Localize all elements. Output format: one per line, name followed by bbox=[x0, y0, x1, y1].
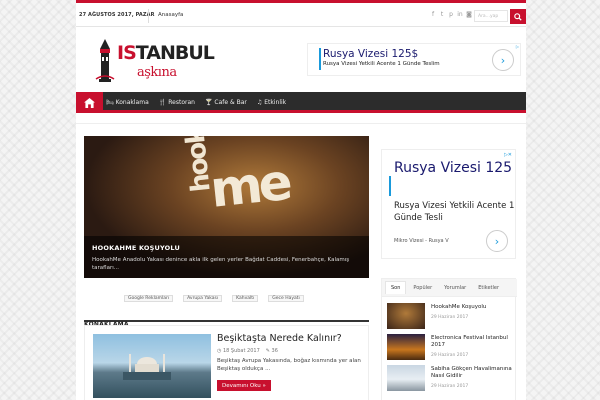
mosque-image bbox=[123, 354, 171, 380]
sidebar-ad-description: Rusya Vizesi Yetkili Acente 1 Günde Tesl… bbox=[394, 201, 515, 223]
ad-title[interactable]: Rusya Vizesi 125$ bbox=[323, 48, 418, 60]
tab-populer[interactable]: Popüler bbox=[408, 282, 437, 294]
site-logo[interactable]: ISTANBUL aşkına bbox=[94, 39, 215, 84]
divider bbox=[76, 123, 526, 124]
post-title[interactable]: Beşiktaşta Nerede Kalınır? bbox=[217, 333, 342, 344]
bed-icon: 🛏 bbox=[106, 99, 114, 106]
recent-posts-list: HookahMe Koşuyolu 29 Haziran 2017 Electr… bbox=[387, 303, 515, 396]
section-heading: KONAKLAMA bbox=[84, 311, 369, 328]
home-link[interactable]: Anasayfa bbox=[158, 12, 183, 18]
divider bbox=[148, 9, 149, 23]
galata-tower-icon bbox=[95, 39, 115, 82]
list-item-title[interactable]: Electronica Festival Istanbul 2017 bbox=[431, 335, 515, 349]
cocktail-icon: 🍸 bbox=[204, 99, 213, 106]
post-excerpt: Beşiktaş Avrupa Yakasında, boğaz kısmınd… bbox=[217, 358, 361, 372]
cutlery-icon: 🍴 bbox=[158, 99, 167, 106]
pinterest-icon[interactable]: p bbox=[448, 11, 454, 18]
search-input[interactable]: Ara...yap bbox=[474, 10, 508, 22]
top-bar: 27 AĞUSTOS 2017, PAZAR Anasayfa f t p in… bbox=[76, 6, 526, 27]
home-icon bbox=[84, 97, 95, 108]
list-item[interactable]: Electronica Festival Istanbul 2017 29 Ha… bbox=[387, 334, 515, 365]
featured-slider[interactable]: hookah me HOOKAHME KOŞUYOLU HookahMe Ana… bbox=[84, 136, 369, 278]
post-thumbnail[interactable] bbox=[93, 334, 211, 398]
slider-title[interactable]: HOOKAHME KOŞUYOLU bbox=[92, 244, 361, 252]
sidebar-ad[interactable]: ▷✕ Rusya Vizesi 125 Rusya Vizesi Yetkili… bbox=[381, 149, 516, 259]
tab-bar: Son Popüler Yorumlar Etiketler bbox=[382, 279, 517, 297]
sidebar-ad-title[interactable]: Rusya Vizesi 125 bbox=[394, 158, 512, 178]
ad-link[interactable]: Kahvaltı bbox=[232, 294, 259, 302]
nav-item-restoran[interactable]: 🍴 Restoran bbox=[159, 99, 195, 106]
list-item-date: 29 Haziran 2017 bbox=[431, 353, 469, 358]
tab-etiketler[interactable]: Etiketler bbox=[473, 282, 504, 294]
header-ad[interactable]: Rusya Vizesi 125$ Rusya Vizesi Yetkili A… bbox=[307, 43, 521, 76]
nav-item-cafe-bar[interactable]: 🍸 Cafe & Bar bbox=[205, 99, 247, 106]
twitter-icon[interactable]: t bbox=[439, 11, 445, 18]
home-button[interactable] bbox=[76, 92, 103, 113]
logo-title: ISTANBUL bbox=[117, 42, 215, 64]
ad-links-strip: Google Reklamları Avrupa Yakası Kahvaltı… bbox=[124, 294, 324, 302]
tab-son[interactable]: Son bbox=[385, 281, 407, 294]
instagram-icon[interactable]: ◙ bbox=[466, 11, 472, 18]
ad-link[interactable]: Gece Hayatı bbox=[268, 294, 304, 302]
posts-tabs-widget: Son Popüler Yorumlar Etiketler HookahMe … bbox=[381, 278, 517, 400]
current-date: 27 AĞUSTOS 2017, PAZAR bbox=[79, 12, 155, 18]
nav-item-etkinlik[interactable]: ♫ Etkinlik bbox=[257, 99, 286, 106]
list-item-title[interactable]: Sabiha Gökçen Havalimanına Nasıl Gidilir bbox=[431, 366, 515, 380]
post-comments[interactable]: ✎ 36 bbox=[266, 348, 278, 354]
slider-caption: HOOKAHME KOŞUYOLU HookahMe Anadolu Yakas… bbox=[84, 236, 369, 278]
ad-arrow-button[interactable]: › bbox=[492, 49, 514, 71]
social-icons: f t p in ◙ bbox=[430, 11, 472, 18]
slider-description: HookahMe Anadolu Yakası denince akla ilk… bbox=[92, 257, 350, 271]
tab-yorumlar[interactable]: Yorumlar bbox=[439, 282, 471, 294]
sidebar-ad-arrow-button[interactable]: › bbox=[486, 230, 508, 252]
ad-choices-icon[interactable]: ▷ bbox=[516, 44, 519, 49]
post-card: Beşiktaşta Nerede Kalınır? ◷ 18 Şubat 20… bbox=[84, 325, 369, 400]
facebook-icon[interactable]: f bbox=[430, 11, 436, 18]
logo-subtitle: aşkına bbox=[137, 65, 177, 80]
ad-description: Rusya Vizesi Yetkili Acente 1 Günde Tesl… bbox=[323, 61, 440, 67]
list-item[interactable]: Sabiha Gökçen Havalimanına Nasıl Gidilir… bbox=[387, 365, 515, 396]
search-icon bbox=[514, 12, 522, 21]
post-thumbnail[interactable] bbox=[387, 365, 425, 391]
list-item-date: 29 Haziran 2017 bbox=[431, 384, 469, 389]
post-thumbnail[interactable] bbox=[387, 334, 425, 360]
post-meta: ◷ 18 Şubat 2017 ✎ 36 bbox=[217, 348, 278, 354]
hookahme-sign-image: hookah me bbox=[176, 136, 292, 219]
read-more-button[interactable]: Devamını Oku » bbox=[217, 380, 271, 391]
post-date: ◷ 18 Şubat 2017 bbox=[217, 348, 260, 354]
ad-accent-bar bbox=[389, 176, 391, 196]
ad-link[interactable]: Avrupa Yakası bbox=[183, 294, 223, 302]
page-container: 27 AĞUSTOS 2017, PAZAR Anasayfa f t p in… bbox=[76, 0, 526, 400]
sidebar-ad-link[interactable]: Mikro Vizesi - Rusya V bbox=[394, 238, 449, 244]
list-item[interactable]: HookahMe Koşuyolu 29 Haziran 2017 bbox=[387, 303, 515, 334]
nav-item-konaklama[interactable]: 🛏 Konaklama bbox=[106, 99, 149, 106]
nav-menu: 🛏 Konaklama 🍴 Restoran 🍸 Cafe & Bar ♫ Etkinl… bbox=[106, 92, 286, 113]
linkedin-icon[interactable]: in bbox=[457, 11, 463, 18]
list-item-title[interactable]: HookahMe Koşuyolu bbox=[431, 304, 515, 311]
ad-accent-bar bbox=[319, 48, 321, 70]
post-thumbnail[interactable] bbox=[387, 303, 425, 329]
main-nav: 🛏 Konaklama 🍴 Restoran 🍸 Cafe & Bar ♫ Etkinl… bbox=[76, 92, 526, 113]
music-icon: ♫ bbox=[256, 99, 263, 106]
search-button[interactable] bbox=[510, 9, 526, 24]
list-item-date: 29 Haziran 2017 bbox=[431, 315, 469, 320]
ad-label: Google Reklamları bbox=[124, 294, 174, 302]
